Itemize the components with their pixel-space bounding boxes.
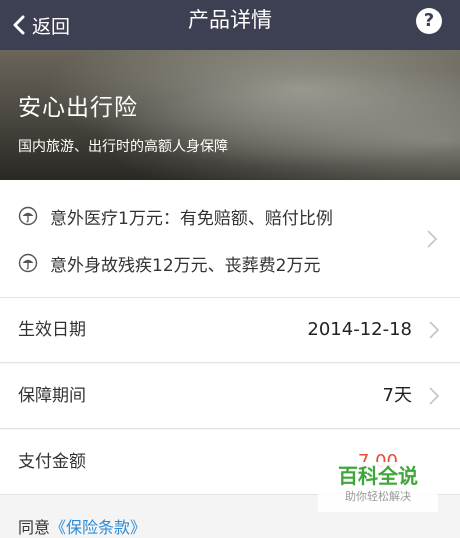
top-bar: 返回 产品详情 ? — [0, 0, 460, 50]
payment-amount-label: 支付金额 — [18, 452, 86, 472]
coverage-item-text: 意外身故残疾12万元、丧葬费2万元 — [50, 255, 321, 276]
product-banner: 安心出行险 国内旅游、出行时的高额人身保障 — [0, 50, 460, 180]
coverage-period-row[interactable]: 保障期间 7天 — [0, 364, 460, 429]
effective-date-row[interactable]: 生效日期 2014-12-18 — [0, 298, 460, 363]
effective-date-value: 2014-12-18 — [307, 319, 412, 340]
coverage-item-text: 意外医疗1万元：有免赔额、赔付比例 — [50, 208, 333, 229]
watermark-sub: 助你轻松解决 — [345, 490, 411, 503]
chevron-right-icon — [429, 321, 440, 339]
coverage-item: 意外医疗1万元：有免赔额、赔付比例 — [18, 203, 333, 229]
help-icon[interactable]: ? — [416, 8, 442, 34]
agreement-text: 同意《保险条款》 — [18, 514, 146, 538]
coverage-period-label: 保障期间 — [18, 386, 86, 406]
coverage-period-value: 7天 — [382, 385, 412, 406]
umbrella-icon — [18, 206, 38, 226]
page-title: 产品详情 — [188, 8, 272, 32]
umbrella-icon — [18, 253, 38, 273]
watermark-main: 百科全说 — [338, 464, 418, 488]
policy-terms-link[interactable]: 《保险条款》 — [50, 518, 146, 537]
effective-date-label: 生效日期 — [18, 320, 86, 340]
chevron-right-icon — [427, 230, 438, 248]
chevron-right-icon — [429, 387, 440, 405]
agreement-prefix: 同意 — [18, 518, 51, 537]
product-subtitle: 国内旅游、出行时的高额人身保障 — [18, 139, 228, 155]
coverage-item: 意外身故残疾12万元、丧葬费2万元 — [18, 250, 320, 276]
watermark-logo: 百科全说 助你轻松解决 — [318, 462, 438, 512]
coverage-summary[interactable] — [0, 180, 460, 298]
product-title: 安心出行险 — [18, 95, 138, 121]
